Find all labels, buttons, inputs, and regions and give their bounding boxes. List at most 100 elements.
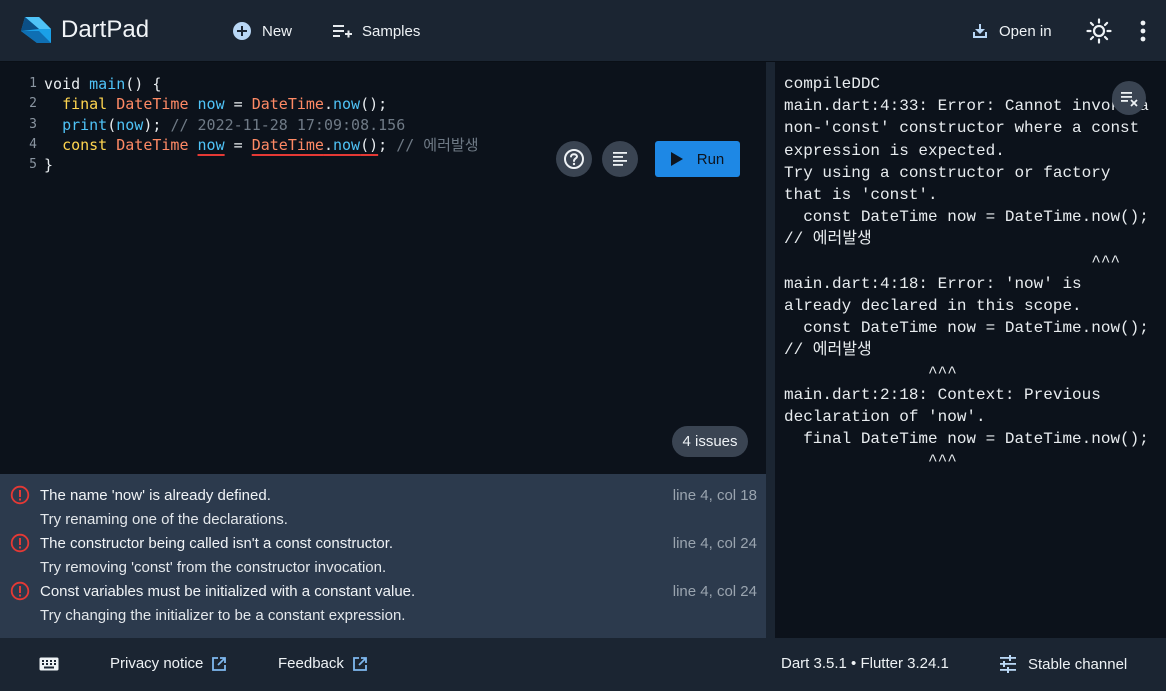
clear-console-button[interactable] bbox=[1112, 81, 1146, 115]
line-number: 4 bbox=[29, 136, 37, 152]
code-token: print bbox=[62, 115, 108, 134]
issue-location: line 4, col 18 bbox=[672, 487, 757, 504]
line-content: print(now); // 2022-11-28 17:09:08.156 bbox=[38, 115, 405, 135]
code-token: now bbox=[333, 135, 361, 154]
split-divider[interactable] bbox=[766, 62, 775, 638]
open-in-button[interactable]: Open in bbox=[971, 18, 1052, 44]
samples-label: Samples bbox=[362, 22, 421, 40]
play-icon bbox=[670, 152, 683, 166]
format-align-icon bbox=[613, 152, 627, 166]
code-token: () bbox=[360, 135, 379, 154]
version-info: Dart 3.5.1 • Flutter 3.24.1 bbox=[781, 655, 949, 672]
issue-row[interactable]: The constructor being called isn't a con… bbox=[0, 530, 766, 578]
code-token: DateTime bbox=[116, 95, 198, 114]
app-footer: Privacy notice Feedback Dart 3.5.1 • Flu… bbox=[0, 638, 1166, 691]
code-token: ( bbox=[107, 115, 117, 134]
download-icon bbox=[973, 24, 987, 38]
code-token: main bbox=[89, 75, 126, 93]
code-line[interactable]: 2 final DateTime now = DateTime.now(); bbox=[0, 94, 479, 114]
add-circle-icon bbox=[233, 22, 251, 40]
code-token: // 에러발생 bbox=[396, 135, 479, 154]
app-title: DartPad bbox=[61, 16, 150, 43]
clear-all-icon bbox=[1121, 92, 1138, 107]
feedback-link[interactable]: Feedback bbox=[278, 655, 368, 672]
code-token: // 2022-11-28 17:09:08.156 bbox=[170, 115, 406, 134]
issue-message: Const variables must be initialized with… bbox=[40, 583, 416, 600]
error-icon bbox=[10, 485, 30, 505]
code-token: () { bbox=[125, 75, 162, 93]
code-token: (); bbox=[360, 95, 388, 114]
issue-fix: Try renaming one of the declarations. bbox=[40, 511, 288, 528]
code-line[interactable]: 1 void main() { bbox=[0, 74, 479, 94]
samples-button[interactable]: Samples bbox=[332, 18, 420, 44]
issue-location: line 4, col 24 bbox=[672, 583, 757, 600]
issue-location: line 4, col 24 bbox=[672, 535, 757, 552]
code-token: final bbox=[62, 95, 117, 114]
feedback-label: Feedback bbox=[278, 655, 344, 672]
console-panel: compileDDC main.dart:4:33: Error: Cannot… bbox=[775, 62, 1166, 638]
code-line[interactable]: 3 print(now); // 2022-11-28 17:09:08.156 bbox=[0, 115, 479, 135]
issues-count-chip[interactable]: 4 issues bbox=[672, 426, 748, 457]
privacy-notice-link[interactable]: Privacy notice bbox=[110, 655, 227, 672]
code-lines[interactable]: 1 void main() {2 final DateTime now = Dat… bbox=[0, 74, 479, 175]
new-button[interactable]: New bbox=[232, 18, 292, 44]
code-line[interactable]: 5} bbox=[0, 155, 479, 175]
open-in-new-icon bbox=[212, 656, 227, 671]
code-token: DateTime bbox=[116, 135, 198, 154]
run-button[interactable]: Run bbox=[655, 141, 740, 177]
open-in-new-icon bbox=[352, 656, 367, 671]
channel-label: Stable channel bbox=[1028, 655, 1128, 673]
code-token: DateTime bbox=[251, 135, 324, 154]
code-token: ; bbox=[378, 135, 397, 154]
keyboard-icon bbox=[39, 657, 59, 671]
line-number: 1 bbox=[29, 76, 37, 91]
code-token: = bbox=[224, 135, 252, 154]
console-output: compileDDC main.dart:4:33: Error: Cannot… bbox=[784, 75, 1149, 471]
code-token: . bbox=[323, 135, 333, 154]
new-label: New bbox=[262, 22, 293, 40]
keyboard-shortcuts-button[interactable] bbox=[39, 657, 59, 671]
code-token: now bbox=[333, 95, 361, 114]
line-number: 2 bbox=[29, 96, 37, 112]
open-in-label: Open in bbox=[999, 22, 1052, 40]
code-token: } bbox=[44, 156, 54, 175]
format-button[interactable] bbox=[602, 141, 638, 177]
line-content: final DateTime now = DateTime.now(); bbox=[38, 94, 387, 114]
code-token: now bbox=[197, 135, 225, 154]
issue-row[interactable]: The name 'now' is already defined. Try re… bbox=[0, 482, 766, 530]
help-button[interactable] bbox=[556, 141, 592, 177]
line-number: 5 bbox=[29, 157, 37, 173]
issue-fix: Try changing the initializer to be a con… bbox=[40, 607, 406, 624]
code-token: void bbox=[44, 75, 90, 93]
channel-selector[interactable]: Stable channel bbox=[999, 655, 1127, 673]
sun-icon[interactable] bbox=[1086, 18, 1112, 44]
help-icon bbox=[564, 149, 584, 169]
tune-icon bbox=[1000, 655, 1016, 673]
code-token: . bbox=[323, 95, 333, 114]
code-editor[interactable]: 1 void main() {2 final DateTime now = Dat… bbox=[0, 62, 766, 474]
code-token: const bbox=[62, 135, 117, 154]
issue-row[interactable]: Const variables must be initialized with… bbox=[0, 578, 766, 626]
run-label: Run bbox=[696, 150, 725, 168]
error-icon bbox=[10, 581, 30, 601]
privacy-label: Privacy notice bbox=[110, 655, 204, 672]
code-token: now bbox=[197, 95, 225, 114]
line-number: 3 bbox=[29, 116, 37, 132]
code-token: ); bbox=[143, 115, 171, 134]
error-icon bbox=[10, 533, 30, 553]
line-content: const DateTime now = DateTime.now(); // … bbox=[38, 135, 479, 155]
issues-panel: The name 'now' is already defined. Try re… bbox=[0, 474, 766, 638]
code-token: now bbox=[116, 115, 144, 134]
code-token: DateTime bbox=[251, 95, 324, 114]
code-line[interactable]: 4 const DateTime now = DateTime.now(); /… bbox=[0, 135, 479, 155]
issue-message: The name 'now' is already defined. bbox=[40, 487, 271, 504]
code-token: = bbox=[224, 95, 252, 114]
dart-logo-icon bbox=[21, 17, 51, 43]
line-content: } bbox=[38, 155, 53, 175]
line-content: void main() { bbox=[38, 74, 161, 94]
app-header: DartPad New Samples Open in bbox=[0, 0, 1166, 62]
playlist-add-icon bbox=[333, 25, 352, 38]
more-vert-icon[interactable] bbox=[1133, 18, 1153, 44]
